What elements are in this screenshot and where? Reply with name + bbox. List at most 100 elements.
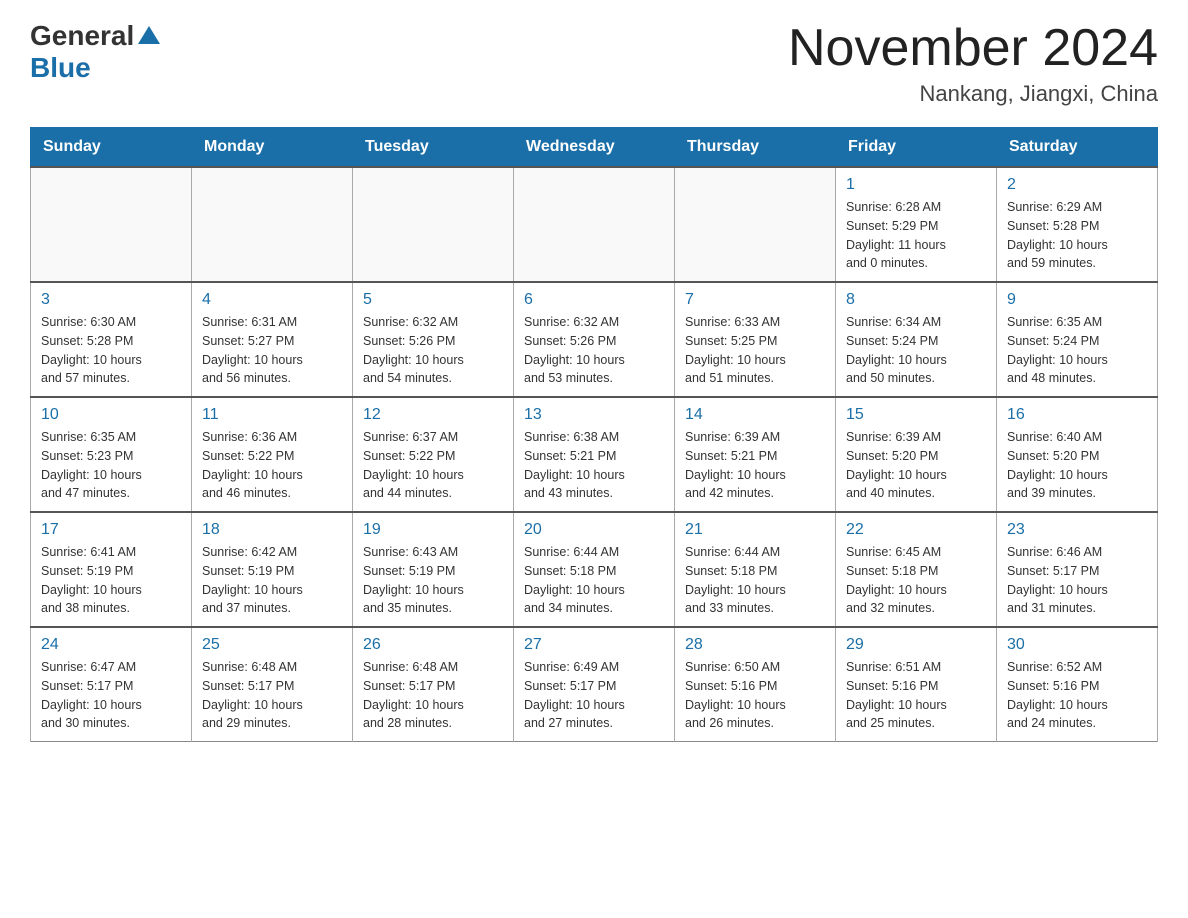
- calendar-cell: 19 Sunrise: 6:43 AM Sunset: 5:19 PM Dayli…: [353, 512, 514, 627]
- calendar-cell: 27Sunrise: 6:49 AM Sunset: 5:17 PM Dayli…: [514, 627, 675, 742]
- calendar-cell: 11 Sunrise: 6:36 AM Sunset: 5:22 PM Dayli…: [192, 397, 353, 512]
- day-number: 18: [202, 521, 342, 539]
- calendar-cell: 10Sunrise: 6:35 AM Sunset: 5:23 PM Dayli…: [31, 397, 192, 512]
- calendar-header-row: SundayMondayTuesdayWednesdayThursdayFrid…: [31, 128, 1158, 168]
- day-number: 4: [202, 291, 342, 309]
- day-info: Sunrise: 6:30 AM Sunset: 5:28 PM Dayligh…: [41, 313, 181, 388]
- calendar-cell: 30 Sunrise: 6:52 AM Sunset: 5:16 PM Dayli…: [997, 627, 1158, 742]
- day-info: Sunrise: 6:46 AM Sunset: 5:17 PM Dayligh…: [1007, 543, 1147, 618]
- day-info: Sunrise: 6:32 AM Sunset: 5:26 PM Dayligh…: [363, 313, 503, 388]
- day-info: Sunrise: 6:31 AM Sunset: 5:27 PM Dayligh…: [202, 313, 342, 388]
- calendar-cell: 23 Sunrise: 6:46 AM Sunset: 5:17 PM Dayli…: [997, 512, 1158, 627]
- day-number: 2: [1007, 176, 1147, 194]
- title-area: November 2024 Nankang, Jiangxi, China: [788, 20, 1158, 107]
- calendar-cell: 3 Sunrise: 6:30 AM Sunset: 5:28 PM Daylig…: [31, 282, 192, 397]
- day-number: 15: [846, 406, 986, 424]
- day-info: Sunrise: 6:45 AM Sunset: 5:18 PM Dayligh…: [846, 543, 986, 618]
- day-number: 27: [524, 636, 664, 654]
- day-number: 25: [202, 636, 342, 654]
- column-header-tuesday: Tuesday: [353, 128, 514, 168]
- logo-blue-text: Blue: [30, 52, 91, 84]
- day-number: 13: [524, 406, 664, 424]
- calendar-cell: 12 Sunrise: 6:37 AM Sunset: 5:22 PM Dayli…: [353, 397, 514, 512]
- day-info: Sunrise: 6:51 AM Sunset: 5:16 PM Dayligh…: [846, 658, 986, 733]
- day-number: 24: [41, 636, 181, 654]
- calendar-cell: 6Sunrise: 6:32 AM Sunset: 5:26 PM Daylig…: [514, 282, 675, 397]
- column-header-thursday: Thursday: [675, 128, 836, 168]
- day-info: Sunrise: 6:42 AM Sunset: 5:19 PM Dayligh…: [202, 543, 342, 618]
- calendar-cell: 25 Sunrise: 6:48 AM Sunset: 5:17 PM Dayli…: [192, 627, 353, 742]
- day-info: Sunrise: 6:52 AM Sunset: 5:16 PM Dayligh…: [1007, 658, 1147, 733]
- calendar-cell: 26 Sunrise: 6:48 AM Sunset: 5:17 PM Dayli…: [353, 627, 514, 742]
- calendar-cell: 1 Sunrise: 6:28 AM Sunset: 5:29 PM Daylig…: [836, 167, 997, 282]
- day-number: 21: [685, 521, 825, 539]
- calendar-cell: 24 Sunrise: 6:47 AM Sunset: 5:17 PM Dayli…: [31, 627, 192, 742]
- logo-general-text: General: [30, 20, 134, 52]
- day-info: Sunrise: 6:43 AM Sunset: 5:19 PM Dayligh…: [363, 543, 503, 618]
- calendar-cell: 28 Sunrise: 6:50 AM Sunset: 5:16 PM Dayli…: [675, 627, 836, 742]
- day-info: Sunrise: 6:47 AM Sunset: 5:17 PM Dayligh…: [41, 658, 181, 733]
- day-info: Sunrise: 6:37 AM Sunset: 5:22 PM Dayligh…: [363, 428, 503, 503]
- calendar-cell: 8Sunrise: 6:34 AM Sunset: 5:24 PM Daylig…: [836, 282, 997, 397]
- day-number: 14: [685, 406, 825, 424]
- day-number: 30: [1007, 636, 1147, 654]
- day-number: 3: [41, 291, 181, 309]
- column-header-monday: Monday: [192, 128, 353, 168]
- calendar-cell: 18 Sunrise: 6:42 AM Sunset: 5:19 PM Dayli…: [192, 512, 353, 627]
- calendar-cell: 14 Sunrise: 6:39 AM Sunset: 5:21 PM Dayli…: [675, 397, 836, 512]
- calendar-cell: [514, 167, 675, 282]
- day-number: 17: [41, 521, 181, 539]
- day-info: Sunrise: 6:39 AM Sunset: 5:21 PM Dayligh…: [685, 428, 825, 503]
- calendar-cell: 5 Sunrise: 6:32 AM Sunset: 5:26 PM Daylig…: [353, 282, 514, 397]
- day-number: 9: [1007, 291, 1147, 309]
- calendar-cell: 17 Sunrise: 6:41 AM Sunset: 5:19 PM Dayli…: [31, 512, 192, 627]
- calendar-cell: 7 Sunrise: 6:33 AM Sunset: 5:25 PM Daylig…: [675, 282, 836, 397]
- day-number: 26: [363, 636, 503, 654]
- logo: General Blue: [30, 20, 160, 84]
- calendar-cell: 9Sunrise: 6:35 AM Sunset: 5:24 PM Daylig…: [997, 282, 1158, 397]
- calendar-cell: 13Sunrise: 6:38 AM Sunset: 5:21 PM Dayli…: [514, 397, 675, 512]
- column-header-wednesday: Wednesday: [514, 128, 675, 168]
- column-header-sunday: Sunday: [31, 128, 192, 168]
- calendar-table: SundayMondayTuesdayWednesdayThursdayFrid…: [30, 127, 1158, 742]
- day-number: 28: [685, 636, 825, 654]
- calendar-cell: 29Sunrise: 6:51 AM Sunset: 5:16 PM Dayli…: [836, 627, 997, 742]
- calendar-cell: [192, 167, 353, 282]
- day-number: 16: [1007, 406, 1147, 424]
- calendar-cell: [353, 167, 514, 282]
- column-header-saturday: Saturday: [997, 128, 1158, 168]
- day-info: Sunrise: 6:48 AM Sunset: 5:17 PM Dayligh…: [202, 658, 342, 733]
- calendar-cell: [675, 167, 836, 282]
- day-info: Sunrise: 6:33 AM Sunset: 5:25 PM Dayligh…: [685, 313, 825, 388]
- day-number: 12: [363, 406, 503, 424]
- calendar-cell: 4 Sunrise: 6:31 AM Sunset: 5:27 PM Daylig…: [192, 282, 353, 397]
- day-info: Sunrise: 6:41 AM Sunset: 5:19 PM Dayligh…: [41, 543, 181, 618]
- day-number: 7: [685, 291, 825, 309]
- day-info: Sunrise: 6:36 AM Sunset: 5:22 PM Dayligh…: [202, 428, 342, 503]
- day-info: Sunrise: 6:28 AM Sunset: 5:29 PM Dayligh…: [846, 198, 986, 273]
- calendar-cell: 15Sunrise: 6:39 AM Sunset: 5:20 PM Dayli…: [836, 397, 997, 512]
- column-header-friday: Friday: [836, 128, 997, 168]
- week-row-4: 17 Sunrise: 6:41 AM Sunset: 5:19 PM Dayli…: [31, 512, 1158, 627]
- day-info: Sunrise: 6:44 AM Sunset: 5:18 PM Dayligh…: [524, 543, 664, 618]
- day-number: 20: [524, 521, 664, 539]
- day-number: 19: [363, 521, 503, 539]
- week-row-3: 10Sunrise: 6:35 AM Sunset: 5:23 PM Dayli…: [31, 397, 1158, 512]
- day-number: 5: [363, 291, 503, 309]
- logo-triangle-icon: [138, 26, 160, 44]
- day-number: 6: [524, 291, 664, 309]
- month-title: November 2024: [788, 20, 1158, 77]
- page-header: General Blue November 2024 Nankang, Jian…: [30, 20, 1158, 107]
- day-number: 11: [202, 406, 342, 424]
- day-info: Sunrise: 6:40 AM Sunset: 5:20 PM Dayligh…: [1007, 428, 1147, 503]
- day-number: 23: [1007, 521, 1147, 539]
- day-info: Sunrise: 6:44 AM Sunset: 5:18 PM Dayligh…: [685, 543, 825, 618]
- day-number: 1: [846, 176, 986, 194]
- day-info: Sunrise: 6:35 AM Sunset: 5:23 PM Dayligh…: [41, 428, 181, 503]
- calendar-cell: 22Sunrise: 6:45 AM Sunset: 5:18 PM Dayli…: [836, 512, 997, 627]
- calendar-cell: 2Sunrise: 6:29 AM Sunset: 5:28 PM Daylig…: [997, 167, 1158, 282]
- day-info: Sunrise: 6:48 AM Sunset: 5:17 PM Dayligh…: [363, 658, 503, 733]
- day-info: Sunrise: 6:34 AM Sunset: 5:24 PM Dayligh…: [846, 313, 986, 388]
- week-row-2: 3 Sunrise: 6:30 AM Sunset: 5:28 PM Daylig…: [31, 282, 1158, 397]
- day-info: Sunrise: 6:50 AM Sunset: 5:16 PM Dayligh…: [685, 658, 825, 733]
